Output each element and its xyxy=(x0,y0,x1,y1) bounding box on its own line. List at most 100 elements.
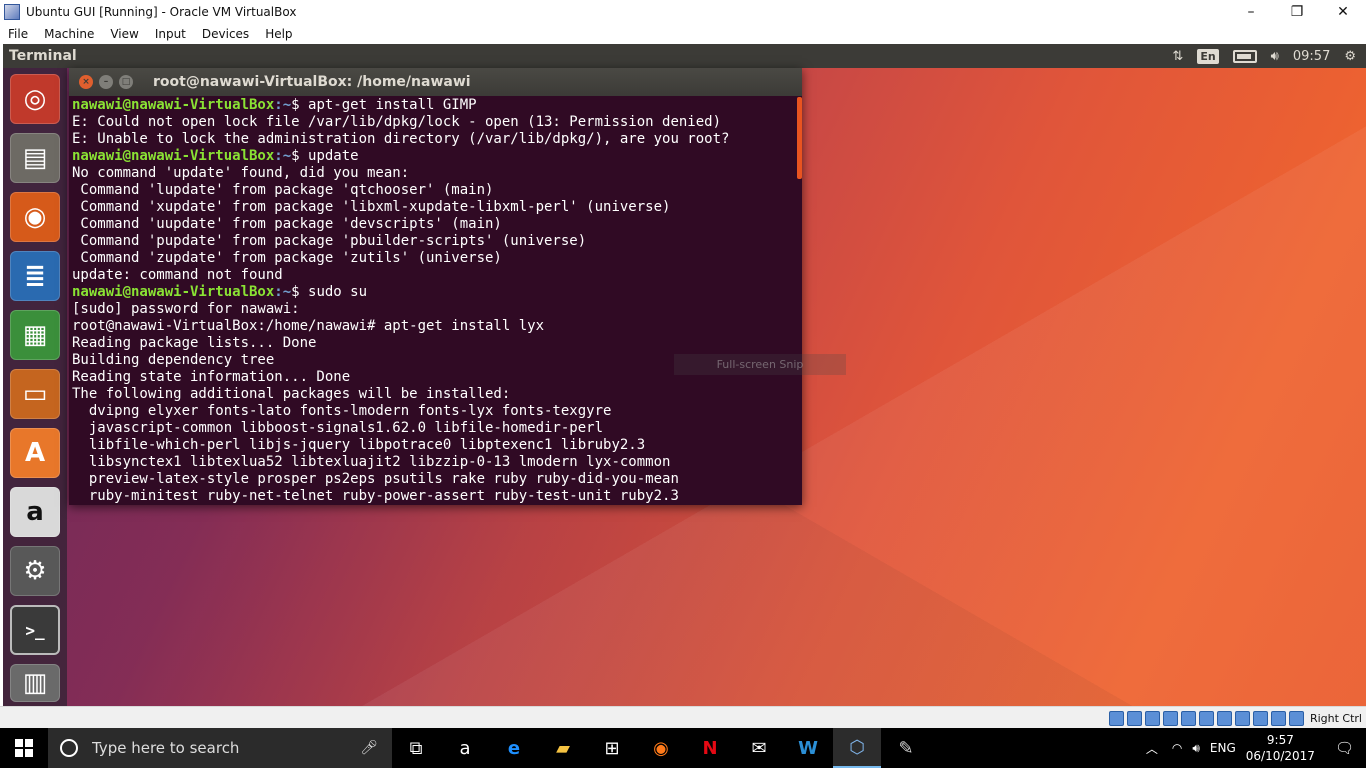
prompt-path: :~ xyxy=(274,148,292,164)
netflix-icon[interactable]: N xyxy=(686,728,734,768)
microphone-icon[interactable]: 🎤︎ xyxy=(360,740,378,756)
files-icon[interactable]: ▤ xyxy=(10,133,60,183)
line-text: No command 'update' found, did you mean: xyxy=(72,165,410,181)
firefox-taskbar-icon[interactable]: ◉ xyxy=(637,728,685,768)
terminal-line: dvipng elyxer fonts-lato fonts-lmodern f… xyxy=(72,403,794,420)
keyboard-capture-icon[interactable] xyxy=(1288,710,1304,726)
terminal-line: Command 'lupdate' from package 'qtchoose… xyxy=(72,182,794,199)
network-icon[interactable] xyxy=(1162,710,1178,726)
impress-icon[interactable]: ▭ xyxy=(10,369,60,419)
audio-icon[interactable] xyxy=(1144,710,1160,726)
terminal-output[interactable]: nawawi@nawawi-VirtualBox:~$ apt-get inst… xyxy=(72,97,794,503)
terminal-scroll-thumb[interactable] xyxy=(797,97,802,179)
action-center-icon[interactable]: 🗨︎ xyxy=(1335,739,1354,757)
firefox-icon[interactable]: ◉ xyxy=(10,192,60,242)
menu-machine[interactable]: Machine xyxy=(36,27,102,41)
prompt-user: nawawi@nawawi-VirtualBox xyxy=(72,284,275,300)
usb-icon[interactable] xyxy=(1180,710,1196,726)
ubuntu-launcher: ◎ ▤ ◉ ≣ ▦ ▭ A a ⚙ >_ ▥ xyxy=(3,68,67,706)
amazon-icon[interactable]: a xyxy=(10,487,60,537)
terminal-window[interactable]: × – □ root@nawawi-VirtualBox: /home/nawa… xyxy=(69,68,846,505)
prompt-path: :~ xyxy=(274,97,292,113)
line-text: $ update xyxy=(291,148,359,164)
prompt-user: nawawi@nawawi-VirtualBox xyxy=(72,148,275,164)
display-icon[interactable] xyxy=(1216,710,1232,726)
terminal-line: update: command not found xyxy=(72,267,794,284)
store-icon[interactable]: ⊞ xyxy=(588,728,636,768)
line-text: preview-latex-style prosper ps2eps psuti… xyxy=(72,471,679,487)
menu-devices[interactable]: Devices xyxy=(194,27,257,41)
terminal-line: Command 'pupdate' from package 'pbuilder… xyxy=(72,233,794,250)
show-hidden-icons-icon[interactable]: ︿ xyxy=(1146,740,1158,757)
terminal-line: [sudo] password for nawawi: xyxy=(72,301,794,318)
task-view-icon[interactable]: ⧉ xyxy=(392,728,440,768)
mouse-integration-icon[interactable] xyxy=(1270,710,1286,726)
line-text: libfile-which-perl libjs-jquery libpotra… xyxy=(72,437,646,453)
terminal-line: Command 'zupdate' from package 'zutils' … xyxy=(72,250,794,267)
calc-icon[interactable]: ▦ xyxy=(10,310,60,360)
vbox-statusbar: Right Ctrl xyxy=(0,706,1366,729)
terminal-line: The following additional packages will b… xyxy=(72,386,794,403)
mail-icon[interactable]: ✉ xyxy=(735,728,783,768)
menu-input[interactable]: Input xyxy=(147,27,194,41)
line-text: $ sudo su xyxy=(291,284,368,300)
video-capture-icon[interactable] xyxy=(1234,710,1250,726)
word-app-icon[interactable]: W xyxy=(784,728,832,768)
guest-desktop[interactable]: Terminal ⇅ En 🔊︎ 09:57 ⚙ ◎ ▤ ◉ ≣ ▦ ▭ A a… xyxy=(3,44,1366,706)
close-button[interactable]: ✕ xyxy=(1320,0,1366,24)
paint-icon[interactable]: ✎ xyxy=(882,728,930,768)
volume-icon[interactable]: 🔊︎ xyxy=(1271,49,1279,64)
shared-folders-icon[interactable] xyxy=(1198,710,1214,726)
restore-button[interactable]: ❐ xyxy=(1274,0,1320,24)
search-icon xyxy=(60,739,78,757)
software-center-icon[interactable]: A xyxy=(10,428,60,478)
virtualization-icon[interactable] xyxy=(1252,710,1268,726)
ubuntu-dash-icon[interactable]: ◎ xyxy=(10,74,60,124)
taskbar-search[interactable]: 🎤︎ xyxy=(48,728,392,768)
virtualbox-icon[interactable]: ⬡ xyxy=(833,728,881,768)
trash-icon[interactable]: ▥ xyxy=(10,664,60,702)
clock-time: 9:57 xyxy=(1266,733,1294,747)
line-text: libsynctex1 libtexlua52 libtexluajit2 li… xyxy=(72,454,671,470)
optical-drive-icon[interactable] xyxy=(1126,710,1142,726)
terminal-title: root@nawawi-VirtualBox: /home/nawawi xyxy=(153,74,471,90)
writer-icon[interactable]: ≣ xyxy=(10,251,60,301)
line-text: [sudo] password for nawawi: xyxy=(72,301,300,317)
terminal-titlebar[interactable]: × – □ root@nawawi-VirtualBox: /home/nawa… xyxy=(69,68,802,96)
amazon-app-icon[interactable]: a xyxy=(441,728,489,768)
terminal-line: nawawi@nawawi-VirtualBox:~$ sudo su xyxy=(72,284,794,301)
terminal-maximize-button[interactable]: □ xyxy=(119,75,133,89)
line-text: update: command not found xyxy=(72,267,283,283)
battery-icon[interactable] xyxy=(1232,49,1257,63)
speaker-icon[interactable]: 🔊︎ xyxy=(1192,741,1200,756)
taskbar-clock[interactable]: 9:57 06/10/2017 xyxy=(1246,732,1315,764)
terminal-line: Command 'uupdate' from package 'devscrip… xyxy=(72,216,794,233)
wifi-icon[interactable]: ◠ xyxy=(1172,741,1182,755)
start-button[interactable] xyxy=(0,728,48,768)
input-language[interactable]: ENG xyxy=(1210,741,1236,755)
power-gear-icon[interactable]: ⚙ xyxy=(1344,49,1356,64)
search-input[interactable] xyxy=(90,738,354,758)
hard-disk-icon[interactable] xyxy=(1108,710,1124,726)
terminal-minimize-button[interactable]: – xyxy=(99,75,113,89)
menu-view[interactable]: View xyxy=(102,27,146,41)
network-transfer-icon[interactable]: ⇅ xyxy=(1172,49,1183,64)
system-settings-icon[interactable]: ⚙ xyxy=(10,546,60,596)
menu-file[interactable]: File xyxy=(0,27,36,41)
terminal-line: libfile-which-perl libjs-jquery libpotra… xyxy=(72,437,794,454)
minimize-button[interactable]: – xyxy=(1228,0,1274,24)
terminal-icon[interactable]: >_ xyxy=(10,605,60,655)
line-text: E: Unable to lock the administration dir… xyxy=(72,131,730,147)
edge-icon[interactable]: e xyxy=(490,728,538,768)
file-explorer-icon[interactable]: ▰ xyxy=(539,728,587,768)
terminal-close-button[interactable]: × xyxy=(79,75,93,89)
terminal-line: Command 'xupdate' from package 'libxml-x… xyxy=(72,199,794,216)
line-text: E: Could not open lock file /var/lib/dpk… xyxy=(72,114,722,130)
panel-app-title: Terminal xyxy=(9,48,77,64)
snip-overlay: Full-screen Snip xyxy=(674,354,846,375)
terminal-scrollbar[interactable] xyxy=(797,97,802,505)
panel-clock[interactable]: 09:57 xyxy=(1293,49,1330,64)
keyboard-layout-indicator[interactable]: En xyxy=(1197,48,1219,64)
menu-help[interactable]: Help xyxy=(257,27,300,41)
ubuntu-tray: ⇅ En 🔊︎ 09:57 ⚙ xyxy=(1172,48,1366,64)
